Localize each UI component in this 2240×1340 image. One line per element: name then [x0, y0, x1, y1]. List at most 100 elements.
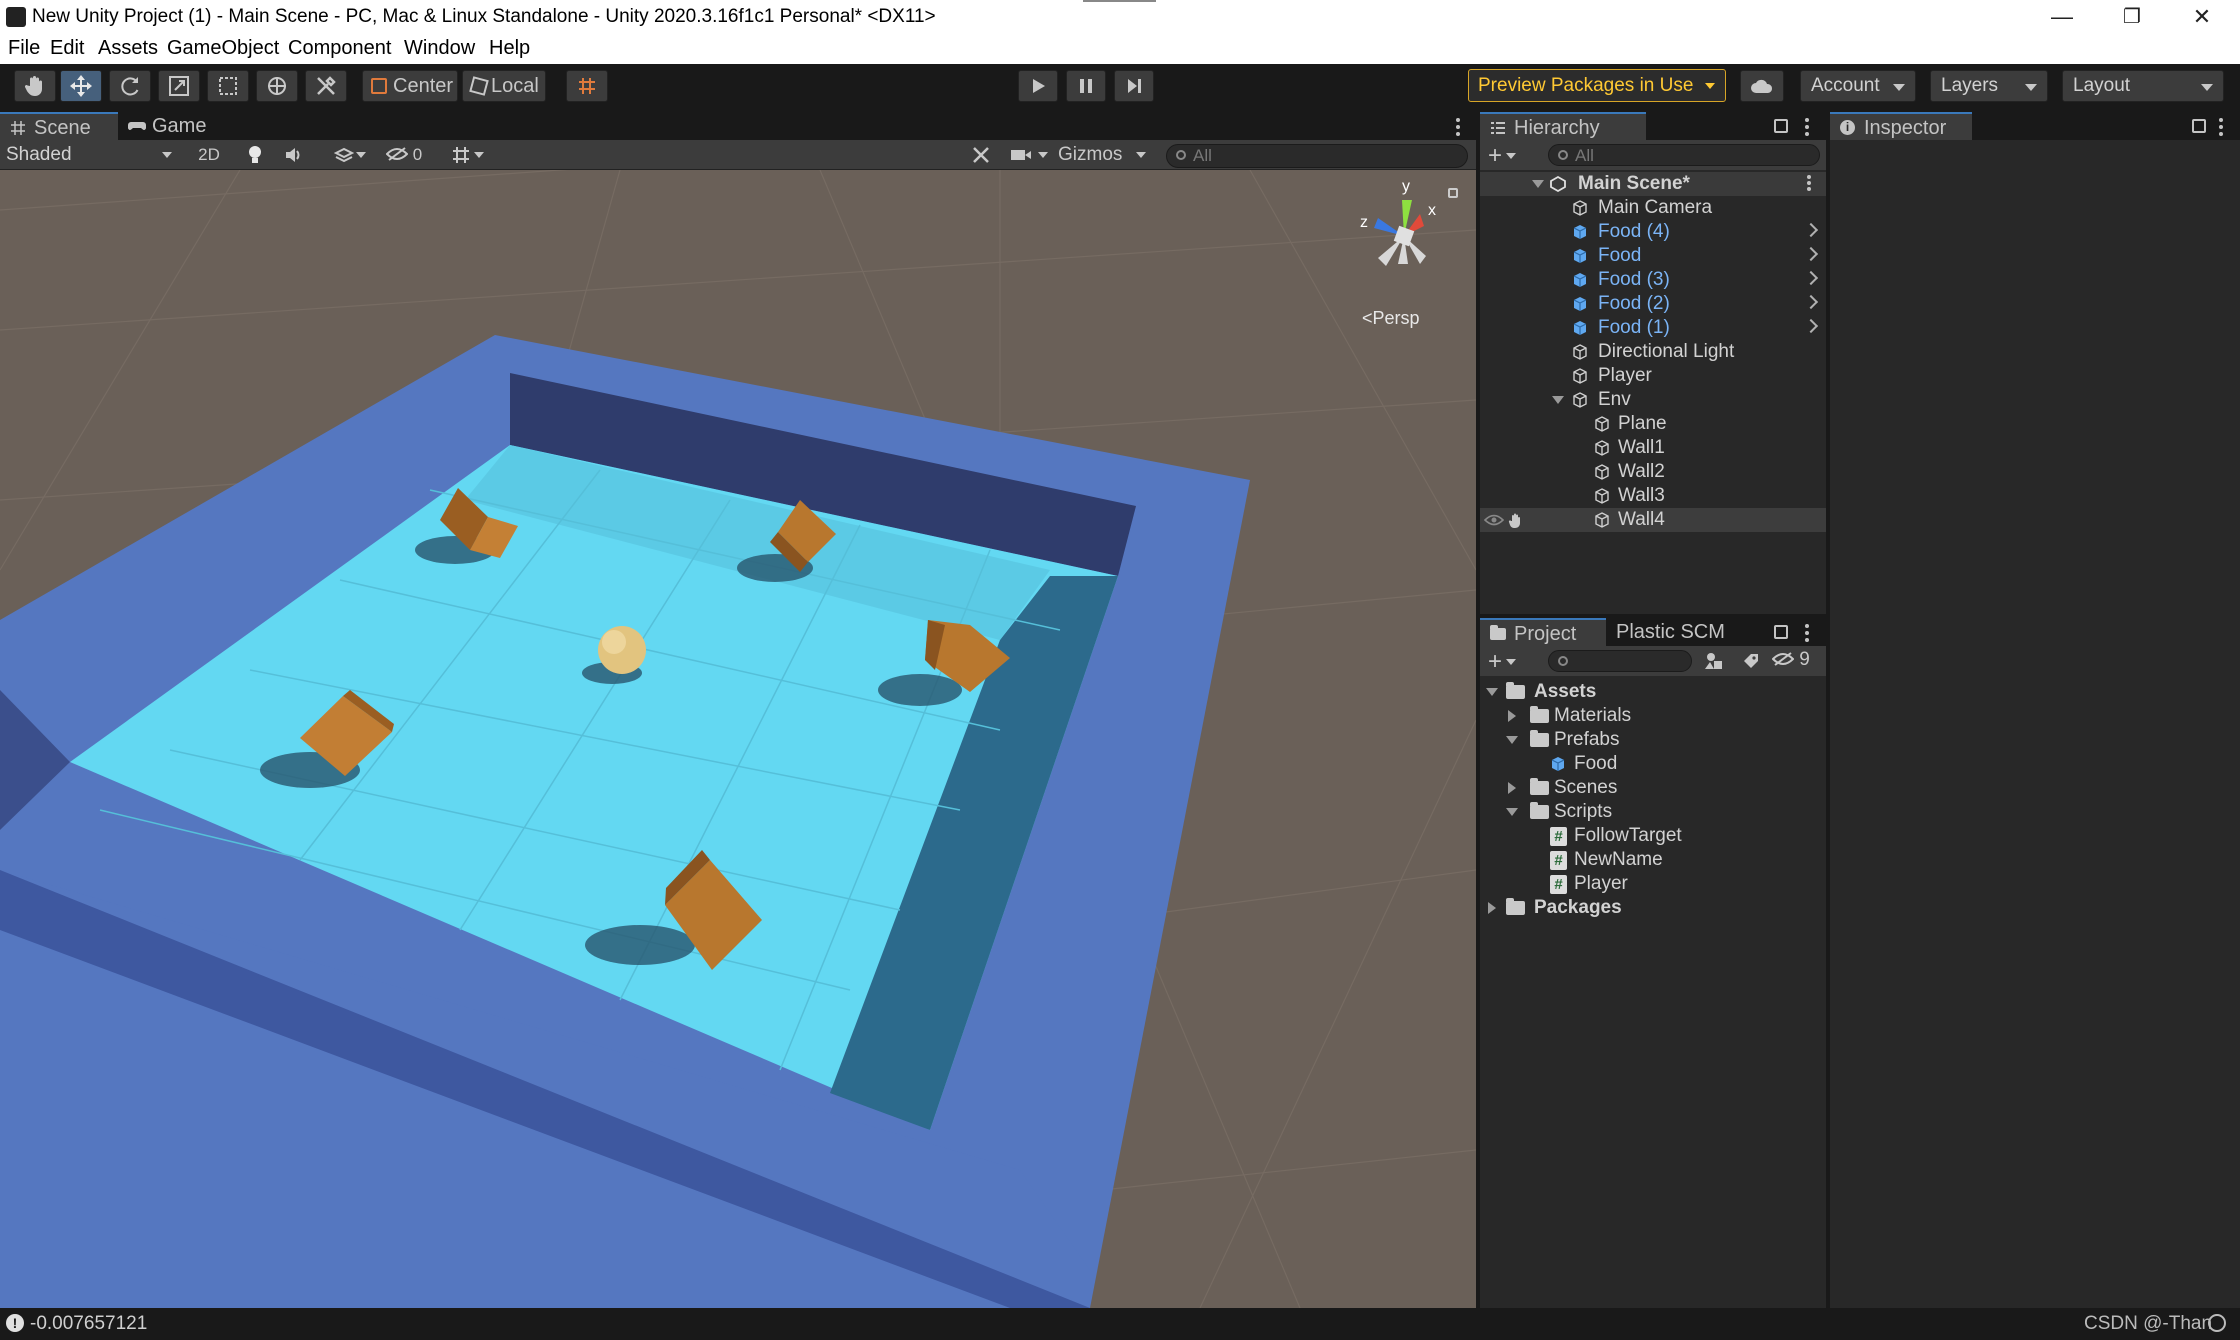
gizmos-dropdown[interactable]: Gizmos: [1054, 142, 1152, 168]
collab-cloud-button[interactable]: [1740, 70, 1784, 102]
scene-menu-icon[interactable]: [1455, 118, 1461, 136]
prefab-open-chevron-icon[interactable]: [1803, 294, 1819, 310]
tab-scene[interactable]: Scene: [0, 112, 118, 140]
menu-component[interactable]: Component: [288, 37, 391, 60]
close-button[interactable]: ✕: [2168, 2, 2236, 32]
hierarchy-item[interactable]: Food: [1480, 244, 1826, 268]
fold-arrow-icon[interactable]: [1552, 396, 1564, 404]
pickable-hand-icon[interactable]: [1508, 512, 1524, 528]
asset-script[interactable]: # FollowTarget: [1480, 824, 1826, 848]
console-last-message[interactable]: -0.007657121: [30, 1313, 147, 1335]
folder-scripts[interactable]: Scripts: [1480, 800, 1826, 824]
visibility-eye-icon[interactable]: [1484, 512, 1504, 528]
rotate-tool-button[interactable]: [109, 70, 151, 102]
prefab-open-chevron-icon[interactable]: [1803, 246, 1819, 262]
layout-dropdown[interactable]: Layout: [2062, 70, 2224, 102]
folder-scenes[interactable]: Scenes: [1480, 776, 1826, 800]
projection-toggle[interactable]: <Persp: [1362, 308, 1420, 329]
pause-button[interactable]: [1066, 70, 1106, 102]
restore-button[interactable]: ❐: [2098, 2, 2166, 32]
asset-script[interactable]: # NewName: [1480, 848, 1826, 872]
hierarchy-item[interactable]: Player: [1480, 364, 1826, 388]
inspector-lock-icon[interactable]: [2192, 119, 2206, 133]
pivot-space-toggle[interactable]: Local: [462, 70, 546, 102]
hand-tool-button[interactable]: [14, 70, 56, 102]
scene-effects-dropdown[interactable]: [316, 142, 372, 168]
hierarchy-child-item[interactable]: Wall3: [1480, 484, 1826, 508]
asset-script[interactable]: # Player: [1480, 872, 1826, 896]
fold-arrow-icon[interactable]: [1486, 688, 1498, 696]
hierarchy-item[interactable]: Directional Light: [1480, 340, 1826, 364]
hierarchy-item[interactable]: Food (4): [1480, 220, 1826, 244]
folder-materials[interactable]: Materials: [1480, 704, 1826, 728]
transform-tool-button[interactable]: [256, 70, 298, 102]
menu-help[interactable]: Help: [489, 37, 530, 60]
tab-hierarchy[interactable]: Hierarchy: [1480, 112, 1646, 140]
hierarchy-menu-icon[interactable]: [1804, 118, 1810, 136]
prefab-open-chevron-icon[interactable]: [1803, 318, 1819, 334]
search-by-label-icon[interactable]: [1742, 652, 1760, 670]
folder-packages[interactable]: Packages: [1480, 896, 1826, 920]
scene-viewport[interactable]: y x z <Persp: [0, 170, 1476, 1308]
fold-arrow-icon[interactable]: [1488, 902, 1496, 914]
toggle-2d-button[interactable]: 2D: [190, 142, 228, 168]
scene-row-menu-icon[interactable]: [1806, 175, 1812, 191]
asset-prefab-food[interactable]: Food: [1480, 752, 1826, 776]
scene-tools-button[interactable]: [964, 142, 998, 168]
hierarchy-child-item[interactable]: Wall4: [1480, 508, 1826, 532]
hierarchy-search-input[interactable]: All: [1548, 144, 1820, 166]
prefab-open-chevron-icon[interactable]: [1803, 270, 1819, 286]
scale-tool-button[interactable]: [158, 70, 200, 102]
rect-tool-button[interactable]: [207, 70, 249, 102]
hierarchy-item[interactable]: Main Camera: [1480, 196, 1826, 220]
hierarchy-create-button[interactable]: +: [1488, 142, 1517, 170]
menu-gameobject[interactable]: GameObject: [167, 37, 279, 60]
grid-snap-button[interactable]: [566, 70, 608, 102]
menu-window[interactable]: Window: [404, 37, 475, 60]
search-by-type-icon[interactable]: [1704, 652, 1724, 670]
hierarchy-child-item[interactable]: Plane: [1480, 412, 1826, 436]
account-dropdown[interactable]: Account: [1800, 70, 1916, 102]
preview-packages-dropdown[interactable]: Preview Packages in Use: [1468, 69, 1726, 102]
grid-visibility-dropdown[interactable]: [432, 142, 490, 168]
custom-tools-button[interactable]: [305, 70, 347, 102]
hierarchy-child-item[interactable]: Wall2: [1480, 460, 1826, 484]
menu-file[interactable]: File: [8, 37, 40, 60]
inspector-menu-icon[interactable]: [2218, 118, 2224, 136]
fold-arrow-icon[interactable]: [1508, 710, 1516, 722]
move-tool-button[interactable]: [60, 70, 102, 102]
hierarchy-item[interactable]: Food (1): [1480, 316, 1826, 340]
fold-arrow-icon[interactable]: [1508, 782, 1516, 794]
tab-project[interactable]: Project: [1480, 618, 1606, 646]
hierarchy-lock-icon[interactable]: [1774, 119, 1788, 133]
layers-dropdown[interactable]: Layers: [1930, 70, 2048, 102]
folder-assets[interactable]: Assets: [1480, 680, 1826, 704]
scene-camera-dropdown[interactable]: [1004, 142, 1052, 168]
fold-arrow-icon[interactable]: [1506, 808, 1518, 816]
status-check-icon[interactable]: [2208, 1314, 2226, 1332]
prefab-open-chevron-icon[interactable]: [1803, 222, 1819, 238]
scene-audio-toggle[interactable]: [276, 142, 310, 168]
hidden-packages-toggle[interactable]: 9: [1771, 649, 1810, 671]
hierarchy-item[interactable]: Env: [1480, 388, 1826, 412]
menu-edit[interactable]: Edit: [50, 37, 84, 60]
scene-root-row[interactable]: Main Scene*: [1480, 172, 1826, 196]
project-search-input[interactable]: [1548, 650, 1692, 672]
tab-plastic-scm[interactable]: Plastic SCM: [1606, 618, 1746, 646]
hierarchy-item[interactable]: Food (2): [1480, 292, 1826, 316]
project-create-button[interactable]: +: [1488, 648, 1517, 676]
tab-inspector[interactable]: i Inspector: [1830, 112, 1972, 140]
shading-mode-dropdown[interactable]: Shaded: [0, 142, 180, 168]
project-menu-icon[interactable]: [1804, 624, 1810, 642]
pivot-center-toggle[interactable]: Center: [362, 70, 458, 102]
minimize-button[interactable]: —: [2028, 2, 2096, 32]
hierarchy-child-item[interactable]: Wall1: [1480, 436, 1826, 460]
play-button[interactable]: [1018, 70, 1058, 102]
gizmo-lock-icon[interactable]: [1448, 188, 1458, 198]
scene-search-input[interactable]: All: [1166, 144, 1468, 168]
fold-arrow-icon[interactable]: [1506, 736, 1518, 744]
folder-prefabs[interactable]: Prefabs: [1480, 728, 1826, 752]
scene-visibility-toggle[interactable]: 0: [378, 142, 428, 168]
step-button[interactable]: [1114, 70, 1154, 102]
hierarchy-item[interactable]: Food (3): [1480, 268, 1826, 292]
